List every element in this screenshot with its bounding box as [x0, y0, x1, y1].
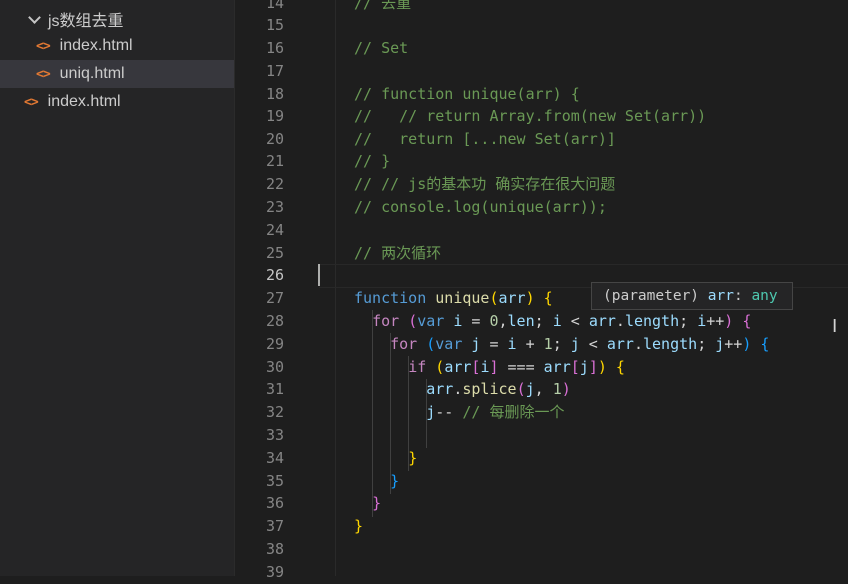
line-number: 16: [265, 39, 284, 57]
line-number: 25: [265, 244, 284, 262]
folder-label: js数组去重: [48, 13, 124, 30]
text-cursor: [318, 264, 320, 286]
file-item-index-html[interactable]: <> index.html: [0, 32, 234, 60]
code-line-32: j-- // 每删除一个: [426, 403, 565, 421]
line-number: 30: [265, 358, 284, 376]
code-line-29: for (var j = i + 1; j < arr.length; j++)…: [390, 335, 770, 353]
code-line-36: }: [372, 494, 382, 512]
line-number: 34: [265, 449, 284, 467]
line-number: 37: [265, 517, 284, 535]
editor-gutter-rule: [335, 0, 336, 576]
code-line-27: function unique(arr) {: [354, 289, 553, 307]
code-line-35: }: [390, 472, 400, 490]
line-number: 36: [265, 494, 284, 512]
line-number: 39: [265, 563, 284, 581]
folder-js-dedupe[interactable]: js数组去重: [0, 5, 234, 33]
code-line-21: // }: [354, 152, 391, 170]
line-number: 35: [265, 472, 284, 490]
line-number: 33: [265, 426, 284, 444]
code-line-19: // // return Array.from(new Set(arr)): [354, 107, 707, 125]
line-number: 21: [265, 152, 284, 170]
line-number: 32: [265, 403, 284, 421]
code-line-31: arr.splice(j, 1): [426, 380, 571, 398]
line-number: 31: [265, 380, 284, 398]
line-number: 27: [265, 289, 284, 307]
hover-tooltip: (parameter) arr: any: [591, 282, 793, 310]
code-line-30: if (arr[i] === arr[j]) {: [408, 358, 625, 376]
tooltip-param-name: arr: [707, 288, 734, 304]
line-number: 29: [265, 335, 284, 353]
line-number: 28: [265, 312, 284, 330]
code-line-20: // return [...new Set(arr)]: [354, 130, 616, 148]
code-line-22: // // js的基本功 确实存在很大问题: [354, 175, 616, 193]
code-line-37: }: [354, 517, 364, 535]
line-number: 24: [265, 221, 284, 239]
line-number-active: 26: [265, 266, 284, 284]
tooltip-prefix: (parameter): [603, 288, 700, 304]
html-file-icon: <>: [24, 94, 39, 110]
file-explorer: js数组去重 <> index.html <> uniq.html <> ind…: [0, 0, 234, 576]
file-item-uniq-html[interactable]: <> uniq.html: [0, 60, 234, 88]
tooltip-type: any: [751, 288, 778, 304]
line-number: 23: [265, 198, 284, 216]
code-line-28: for (var i = 0,len; i < arr.length; i++)…: [372, 312, 752, 330]
inline-comment: // 每删除一个: [462, 403, 565, 421]
code-line-16: // Set: [354, 39, 409, 57]
line-number: 38: [265, 540, 284, 558]
file-label: uniq.html: [59, 65, 125, 82]
line-number: 20: [265, 130, 284, 148]
code-line-34: }: [408, 449, 418, 467]
code-line-14: // 去重: [354, 0, 412, 12]
html-file-icon: <>: [36, 38, 51, 54]
code-line-23: // console.log(unique(arr));: [354, 198, 607, 216]
tooltip-colon: :: [733, 288, 743, 304]
line-number: 14: [265, 0, 284, 12]
file-label: index.html: [59, 37, 133, 54]
line-number: 19: [265, 107, 284, 125]
line-number: 18: [265, 85, 284, 103]
file-item-root-index-html[interactable]: <> index.html: [0, 88, 234, 116]
line-number: 22: [265, 175, 284, 193]
line-number: 17: [265, 62, 284, 80]
file-label: index.html: [47, 93, 121, 110]
html-file-icon: <>: [36, 66, 51, 82]
code-line-18: // function unique(arr) {: [354, 85, 580, 103]
mouse-ibeam-cursor: I: [832, 316, 838, 337]
code-line-25: // 两次循环: [354, 244, 442, 262]
chevron-down-icon: [28, 12, 42, 26]
line-number: 15: [265, 16, 284, 34]
